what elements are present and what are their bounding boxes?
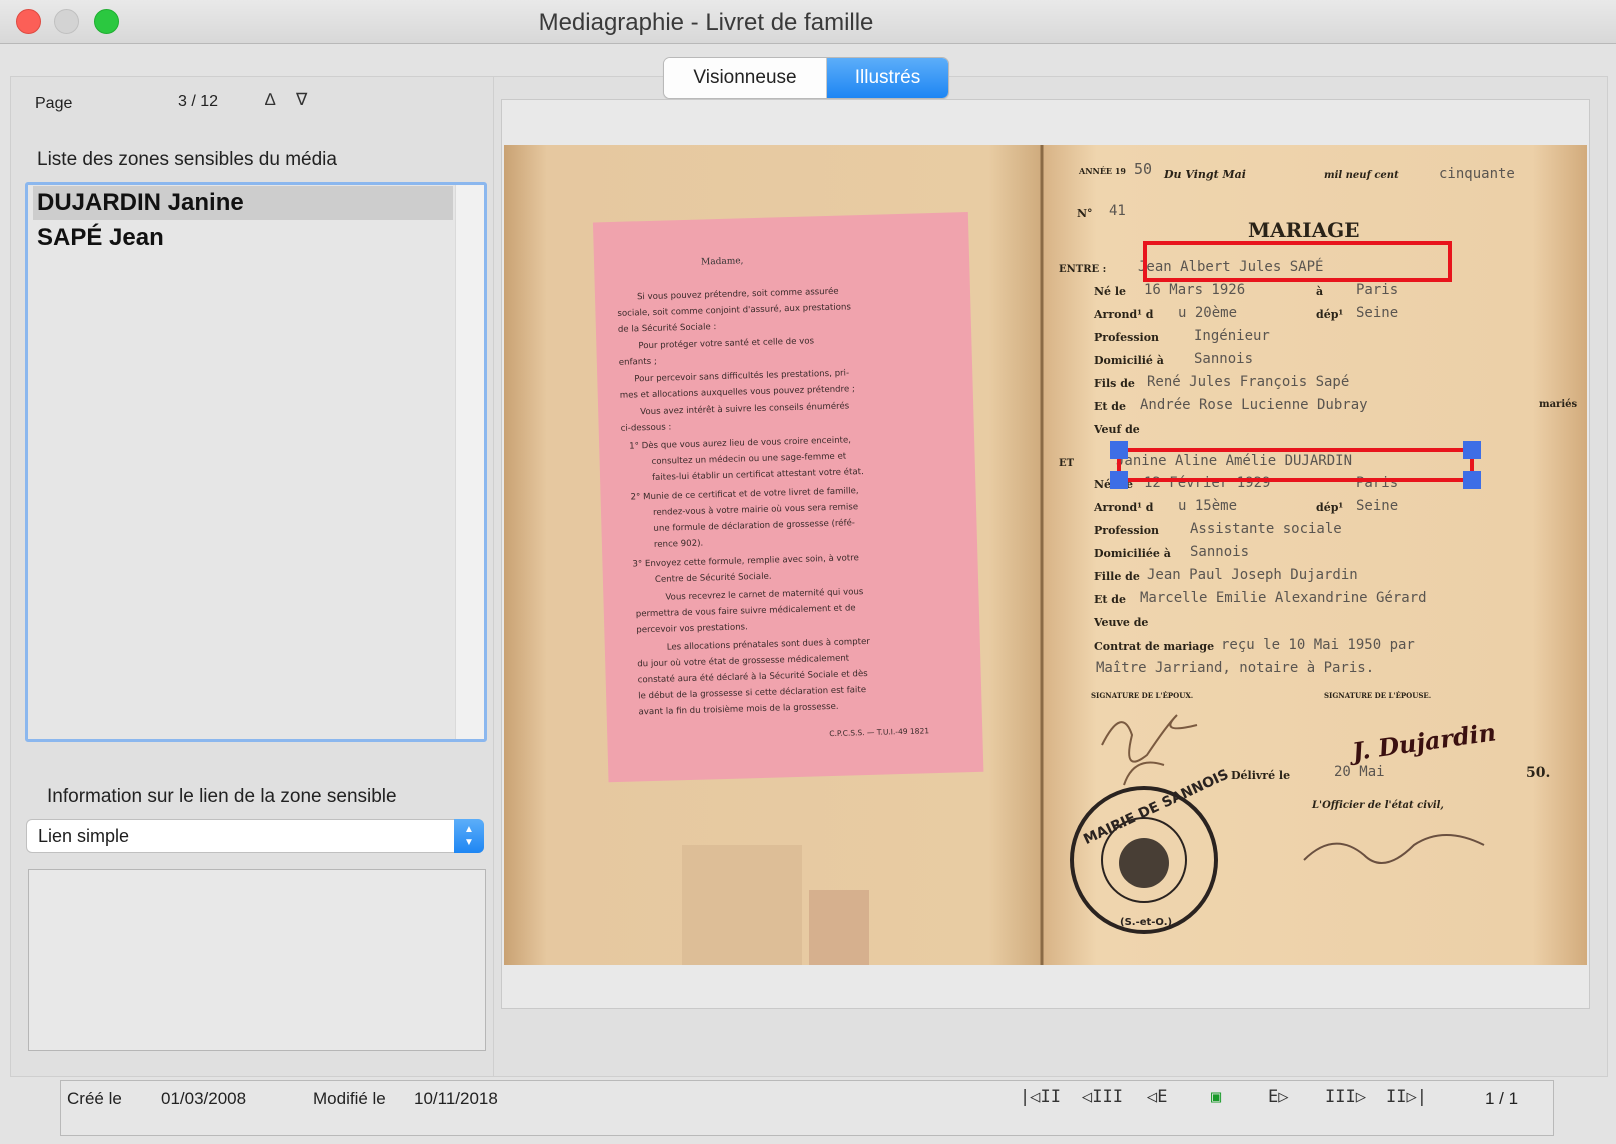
label-no: N° bbox=[1077, 207, 1093, 220]
zone-item-sape[interactable]: SAPÉ Jean bbox=[33, 221, 453, 255]
next-record-button[interactable]: E▷ bbox=[1268, 1087, 1288, 1107]
label-annee: ANNÉE 19 bbox=[1078, 166, 1126, 176]
modified-label: Modifié le bbox=[313, 1089, 386, 1108]
mariage-heading: MARIAGE bbox=[1248, 218, 1359, 242]
last-record-button[interactable]: II▷| bbox=[1386, 1087, 1427, 1107]
slip-line: enfants ; bbox=[619, 357, 657, 368]
delivre-value: 20 Mai bbox=[1334, 764, 1385, 780]
record-count: 1 / 1 bbox=[1485, 1089, 1519, 1108]
label-mil: mil neuf cent bbox=[1324, 170, 1399, 181]
created-label: Créé le bbox=[67, 1089, 122, 1108]
prev-page-records-button[interactable]: ◁III bbox=[1082, 1087, 1123, 1107]
torn-mark bbox=[809, 890, 869, 965]
pink-slip: Madame, Si vous pouvez prétendre, soit c… bbox=[592, 212, 984, 783]
label-veuve: Veuve de bbox=[1093, 616, 1148, 629]
label-dep: dép¹ bbox=[1316, 308, 1343, 321]
link-info-heading: Information sur le lien de la zone sensi… bbox=[47, 786, 397, 807]
a-value: Paris bbox=[1356, 282, 1398, 298]
label-et: ET bbox=[1059, 458, 1075, 469]
current-record-icon[interactable]: ▣ bbox=[1211, 1087, 1221, 1107]
zones-list[interactable]: DUJARDIN Janine SAPÉ Jean bbox=[25, 182, 487, 742]
resize-handle-top-right[interactable] bbox=[1463, 441, 1481, 459]
page-next-icon[interactable]: ∇ bbox=[296, 90, 307, 110]
slip-line: rence 902). bbox=[654, 539, 704, 550]
created-value: 01/03/2008 bbox=[161, 1089, 247, 1108]
contrat-value: reçu le 10 Mai 1950 par bbox=[1221, 637, 1415, 653]
entre-value: Jean Albert Jules SAPÉ bbox=[1138, 258, 1323, 275]
next-page-records-button[interactable]: III▷ bbox=[1325, 1087, 1366, 1107]
stamp-emblem bbox=[1119, 838, 1169, 888]
stamp-subtext: (S.-et-O.) bbox=[1120, 917, 1172, 928]
prof-value: Ingénieur bbox=[1194, 328, 1270, 344]
label-etde: Et de bbox=[1094, 400, 1126, 413]
link-type-value: Lien simple bbox=[38, 826, 130, 846]
label-entre: ENTRE : bbox=[1059, 264, 1106, 275]
tab-illustres[interactable]: Illustrés bbox=[827, 58, 948, 98]
label-fille: Fille de bbox=[1094, 570, 1140, 583]
tab-visionneuse[interactable]: Visionneuse bbox=[664, 58, 827, 98]
tape-mark bbox=[682, 845, 802, 965]
label-veuf: Veuf de bbox=[1093, 423, 1140, 436]
label-sig-epouse: SIGNATURE DE L'ÉPOUSE. bbox=[1324, 691, 1431, 700]
annee-value: 50 bbox=[1134, 160, 1152, 178]
label-profession-2: Profession bbox=[1094, 524, 1159, 537]
no-value: 41 bbox=[1109, 203, 1126, 219]
label-contrat: Contrat de mariage bbox=[1094, 640, 1214, 653]
dep-value: Seine bbox=[1356, 305, 1398, 321]
delivre-year: 50. bbox=[1526, 765, 1550, 781]
label-dep-2: dép¹ bbox=[1316, 501, 1343, 514]
modified-value: 10/11/2018 bbox=[414, 1089, 498, 1108]
label-a: à bbox=[1316, 285, 1323, 298]
page-prev-icon[interactable]: ∆ bbox=[265, 90, 275, 110]
arrond-value: u 20ème bbox=[1178, 305, 1237, 321]
dom2-value: Sannois bbox=[1190, 544, 1249, 560]
etde2-value: Marcelle Emilie Alexandrine Gérard bbox=[1140, 590, 1427, 606]
resize-handle-bottom-left[interactable] bbox=[1110, 471, 1128, 489]
link-notes-field[interactable] bbox=[28, 869, 486, 1051]
resize-handle-top-left[interactable] bbox=[1110, 441, 1128, 459]
a2-value: Paris bbox=[1356, 475, 1398, 491]
page-label: Page bbox=[35, 95, 73, 112]
slip-line: ci-dessous : bbox=[621, 422, 672, 433]
label-arrond: Arrond¹ d bbox=[1093, 308, 1154, 321]
fille-value: Jean Paul Joseph Dujardin bbox=[1147, 567, 1358, 583]
zones-heading: Liste des zones sensibles du média bbox=[37, 149, 337, 170]
dep2-value: Seine bbox=[1356, 498, 1398, 514]
label-maries: mariés bbox=[1539, 399, 1577, 410]
prof2-value: Assistante sociale bbox=[1190, 521, 1342, 537]
label-officier: L'Officier de l'état civil, bbox=[1311, 800, 1444, 811]
nee-value: 12 Février 1929 bbox=[1144, 475, 1270, 491]
label-sig-epoux: SIGNATURE DE L'ÉPOUX. bbox=[1091, 691, 1193, 700]
etde-value: Andrée Rose Lucienne Dubray bbox=[1140, 397, 1368, 413]
label-profession: Profession bbox=[1094, 331, 1159, 344]
zone-item-dujardin[interactable]: DUJARDIN Janine bbox=[33, 186, 453, 220]
resize-handle-bottom-right[interactable] bbox=[1463, 471, 1481, 489]
label-domiciliee: Domiciliée à bbox=[1094, 547, 1171, 560]
label-domicile: Domicilié à bbox=[1094, 354, 1164, 367]
et-value: Janine Aline Amélie DUJARDIN bbox=[1116, 453, 1352, 469]
contrat-value-2: Maître Jarriand, notaire à Paris. bbox=[1096, 660, 1374, 676]
label-delivre: Délivré le bbox=[1231, 769, 1290, 782]
dom-value: Sannois bbox=[1194, 351, 1253, 367]
window-title: Mediagraphie - Livret de famille bbox=[538, 9, 874, 36]
label-fils: Fils de bbox=[1094, 377, 1135, 390]
link-type-select[interactable]: Lien simple ▲ ▼ bbox=[26, 819, 484, 853]
label-arrond-2: Arrond¹ d bbox=[1093, 501, 1154, 514]
fils-value: René Jules François Sapé bbox=[1147, 374, 1349, 390]
prev-record-button[interactable]: ◁E bbox=[1147, 1087, 1167, 1107]
view-tabs: Visionneuse Illustrés bbox=[663, 57, 949, 99]
document-image[interactable]: Madame, Si vous pouvez prétendre, soit c… bbox=[504, 145, 1587, 965]
label-etde-2: Et de bbox=[1094, 593, 1126, 606]
mil-value: cinquante bbox=[1439, 166, 1515, 182]
slip-greeting: Madame, bbox=[701, 256, 744, 267]
page-value: 3 / 12 bbox=[178, 93, 219, 110]
label-ne: Né le bbox=[1094, 285, 1126, 298]
arrond2-value: u 15ème bbox=[1178, 498, 1237, 514]
select-chevrons-icon: ▲ ▼ bbox=[454, 819, 484, 853]
zones-scrollbar[interactable] bbox=[455, 185, 484, 739]
ne-value: 16 Mars 1926 bbox=[1144, 282, 1245, 298]
date-text: Du Vingt Mai bbox=[1163, 168, 1246, 181]
first-record-button[interactable]: |◁II bbox=[1020, 1087, 1061, 1107]
